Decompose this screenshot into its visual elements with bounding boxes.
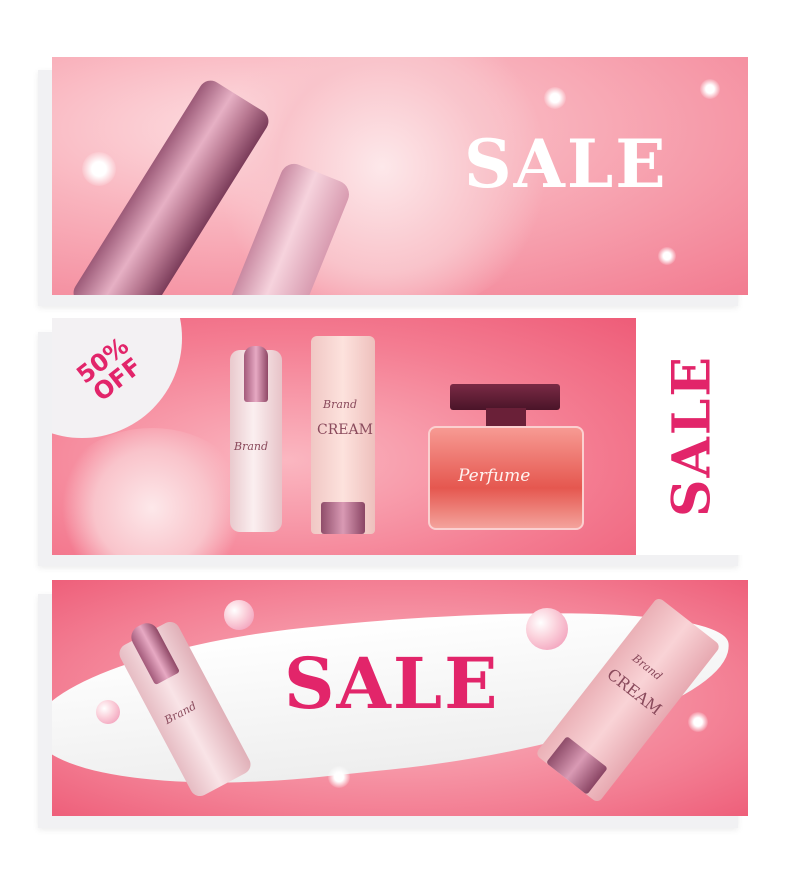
pearl (224, 600, 254, 630)
serum-label: Brand (234, 440, 269, 453)
perfume-bottle: Perfume (428, 384, 584, 530)
sparkle (658, 247, 676, 265)
sale-headline-vertical: SALE (661, 354, 723, 518)
sparkle (700, 79, 720, 99)
sparkle (82, 152, 116, 186)
sparkle (544, 87, 566, 109)
tube-label: CREAM (317, 422, 373, 438)
serum-bottle: Brand (230, 346, 282, 532)
sale-banner-2[interactable]: 50% OFF Brand Brand CREAM Perfume SALE (52, 318, 748, 555)
cream-tube: Brand CREAM (311, 336, 375, 534)
sale-headline: SALE (284, 642, 500, 725)
pearl (526, 608, 568, 650)
sale-banner-3[interactable]: Brand SALE Brand CREAM (52, 580, 748, 816)
sparkle (688, 712, 708, 732)
tube-brand: Brand (629, 651, 665, 683)
pearl (96, 700, 120, 724)
sale-headline: SALE (464, 125, 668, 203)
sparkle (328, 766, 350, 788)
sale-banner-1[interactable]: SALE (52, 57, 748, 295)
tube-brand: Brand (323, 398, 358, 411)
rose-background (52, 428, 252, 555)
serum-label: Brand (162, 699, 199, 727)
perfume-label: Perfume (458, 466, 531, 486)
